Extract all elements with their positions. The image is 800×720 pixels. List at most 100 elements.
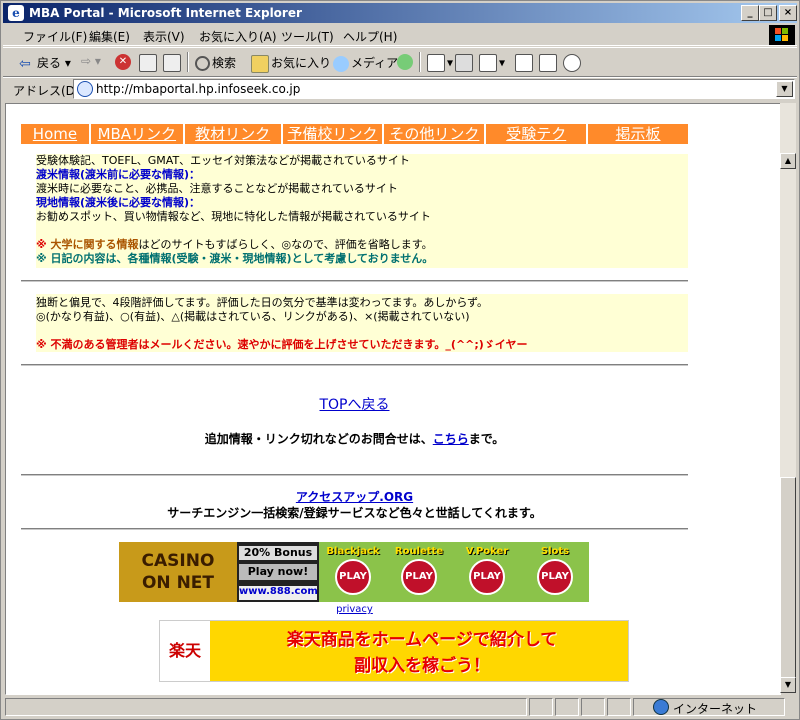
divider bbox=[21, 474, 688, 476]
status-pane bbox=[607, 698, 631, 716]
edit-icon bbox=[479, 54, 497, 72]
address-url: http://mbaportal.hp.infoseek.co.jp bbox=[96, 82, 301, 96]
edit-button[interactable]: ▾ bbox=[479, 54, 505, 72]
menu-bar: ファイル(F) 編集(E) 表示(V) お気に入り(A) ツール(T) ヘルプ(… bbox=[3, 25, 797, 46]
game-vpoker: V.Poker PLAY bbox=[457, 546, 517, 600]
casino-play-now: Play now! bbox=[239, 564, 317, 580]
window-title: MBA Portal - Microsoft Internet Explorer bbox=[29, 6, 302, 20]
vertical-scrollbar[interactable]: ▲ ▼ bbox=[780, 103, 796, 693]
toolbar: ⇦ 戻る ▾ ⇨ ▾ ✕ 検索 お気に入り メディア ▾ ▾ bbox=[3, 47, 797, 77]
forward-button[interactable]: ⇨ ▾ bbox=[81, 54, 101, 68]
legend-local-desc: お勧めスポット、買い物情報など、現地に特化した情報が掲載されているサイト bbox=[36, 210, 431, 223]
legend-pre-desc: 渡米時に必要なこと、必携品、注意することなどが掲載されているサイト bbox=[36, 182, 398, 195]
legend-box: 受験体験記、TOEFL、GMAT、エッセイ対策法などが掲載されているサイト 渡米… bbox=[36, 154, 688, 268]
scroll-up-button[interactable]: ▲ bbox=[780, 153, 796, 169]
access-up-link[interactable]: アクセスアップ.ORG bbox=[296, 490, 413, 504]
top-link-row: TOPへ戻る bbox=[21, 394, 688, 414]
scroll-thumb[interactable] bbox=[780, 477, 796, 679]
legend-local-title: 現地情報(渡米後に必要な情報)： bbox=[36, 196, 201, 209]
history-icon bbox=[397, 54, 413, 70]
refresh-icon bbox=[139, 54, 157, 72]
maximize-button[interactable]: □ bbox=[759, 5, 777, 21]
title-bar: e MBA Portal - Microsoft Internet Explor… bbox=[3, 3, 797, 23]
messenger-button[interactable] bbox=[563, 54, 583, 72]
refresh-button[interactable] bbox=[139, 54, 159, 72]
stop-button[interactable]: ✕ bbox=[115, 54, 133, 70]
contact-link[interactable]: こちら bbox=[433, 432, 469, 446]
casino-logo: CASINO ON NET bbox=[119, 542, 237, 602]
menu-edit[interactable]: 編集(E) bbox=[89, 28, 130, 45]
history-button[interactable] bbox=[397, 54, 415, 70]
status-pane bbox=[555, 698, 579, 716]
privacy-row: privacy bbox=[21, 604, 688, 615]
nav-other-links[interactable]: その他リンク bbox=[384, 124, 487, 144]
address-input[interactable]: http://mbaportal.hp.infoseek.co.jp ▼ bbox=[73, 79, 795, 99]
address-dropdown-button[interactable]: ▼ bbox=[776, 81, 793, 97]
favorites-button[interactable]: お気に入り bbox=[251, 54, 331, 73]
nav-bbs[interactable]: 掲示板 bbox=[588, 124, 688, 144]
rakuten-headline: 楽天商品をホームページで紹介して bbox=[286, 630, 558, 650]
rakuten-subline: 副収入を稼ごう！ bbox=[354, 656, 490, 676]
nav-prep-school-links[interactable]: 予備校リンク bbox=[282, 124, 385, 144]
vpoker-chip-icon: PLAY bbox=[469, 559, 505, 595]
research-icon bbox=[539, 54, 557, 72]
legend-pre-title: 渡米情報(渡米前に必要な情報)： bbox=[36, 168, 201, 181]
home-icon bbox=[163, 54, 181, 72]
address-bar: アドレス(D) http://mbaportal.hp.infoseek.co.… bbox=[3, 77, 797, 100]
note-mark: ※ bbox=[36, 238, 51, 251]
menu-file[interactable]: ファイル(F) bbox=[23, 28, 87, 45]
privacy-link[interactable]: privacy bbox=[336, 604, 373, 615]
casino-bonus: 20% Bonus bbox=[239, 546, 317, 560]
top-link[interactable]: TOPへ戻る bbox=[319, 397, 389, 413]
stop-icon: ✕ bbox=[115, 54, 131, 70]
casino-site: www.888.com bbox=[239, 586, 318, 600]
menu-help[interactable]: ヘルプ(H) bbox=[343, 28, 397, 45]
nav-home[interactable]: Home bbox=[21, 124, 91, 144]
menu-tools[interactable]: ツール(T) bbox=[281, 28, 334, 45]
mail-button[interactable]: ▾ bbox=[427, 54, 453, 72]
access-up-desc: サーチエンジン一括検索/登録サービスなど色々と世話してくれます。 bbox=[167, 506, 542, 520]
page-viewport: Home MBAリンク 教材リンク 予備校リンク その他リンク 受験テク 掲示板… bbox=[5, 103, 781, 695]
legend-note-university: ※ 大学に関する情報はどのサイトもすばらしく、◎なので、評価を省略します。 bbox=[36, 238, 688, 252]
scroll-down-button[interactable]: ▼ bbox=[780, 677, 796, 693]
home-button[interactable] bbox=[163, 54, 183, 72]
mail-icon bbox=[427, 54, 445, 72]
menu-favorites[interactable]: お気に入り(A) bbox=[199, 28, 277, 45]
rating-note: ※ 不満のある管理者はメールください。速やかに評価を上げさせていただきます。_(… bbox=[36, 338, 528, 351]
casino-banner[interactable]: CASINO ON NET 20% Bonus Play now! www.888… bbox=[119, 542, 589, 602]
nav-material-links[interactable]: 教材リンク bbox=[184, 124, 283, 144]
contact-row: 追加情報・リンク切れなどのお問合せは、こちらまで。 bbox=[21, 430, 688, 447]
back-button[interactable]: ⇦ 戻る ▾ bbox=[19, 54, 71, 72]
address-label: アドレス(D) bbox=[13, 84, 80, 98]
globe-icon bbox=[653, 699, 669, 715]
print-button[interactable] bbox=[455, 54, 475, 72]
menu-view[interactable]: 表示(V) bbox=[143, 28, 185, 45]
discuss-button[interactable] bbox=[515, 54, 535, 72]
print-icon bbox=[455, 54, 473, 72]
rakuten-banner[interactable]: 楽天 楽天商品をホームページで紹介して 副収入を稼ごう！ bbox=[159, 620, 629, 682]
close-button[interactable]: × bbox=[779, 5, 797, 21]
game-blackjack: Blackjack PLAY bbox=[323, 546, 383, 600]
slots-chip-icon: PLAY bbox=[537, 559, 573, 595]
nav-exam-tips[interactable]: 受験テク bbox=[486, 124, 589, 144]
divider bbox=[21, 364, 688, 366]
note-university-rest: はどのサイトもすばらしく、◎なので、評価を省略します。 bbox=[138, 238, 433, 251]
ie-icon: e bbox=[8, 5, 24, 21]
rakuten-logo: 楽天 bbox=[160, 621, 210, 681]
back-arrow-icon: ⇦ bbox=[19, 55, 31, 72]
divider bbox=[21, 528, 688, 530]
status-pane bbox=[581, 698, 605, 716]
game-slots: Slots PLAY bbox=[525, 546, 585, 600]
search-button[interactable]: 検索 bbox=[195, 54, 236, 71]
media-button[interactable]: メディア bbox=[333, 54, 398, 72]
casino-games: Blackjack PLAY Roulette PLAY V.Poker PLAY S… bbox=[319, 542, 589, 602]
minimize-button[interactable]: _ bbox=[741, 5, 759, 21]
status-bar: インターネット bbox=[3, 697, 797, 717]
nav-mba-links[interactable]: MBAリンク bbox=[90, 124, 185, 144]
favorites-icon bbox=[251, 54, 269, 73]
research-button[interactable] bbox=[539, 54, 559, 72]
status-main-pane bbox=[5, 698, 527, 716]
status-pane bbox=[529, 698, 553, 716]
